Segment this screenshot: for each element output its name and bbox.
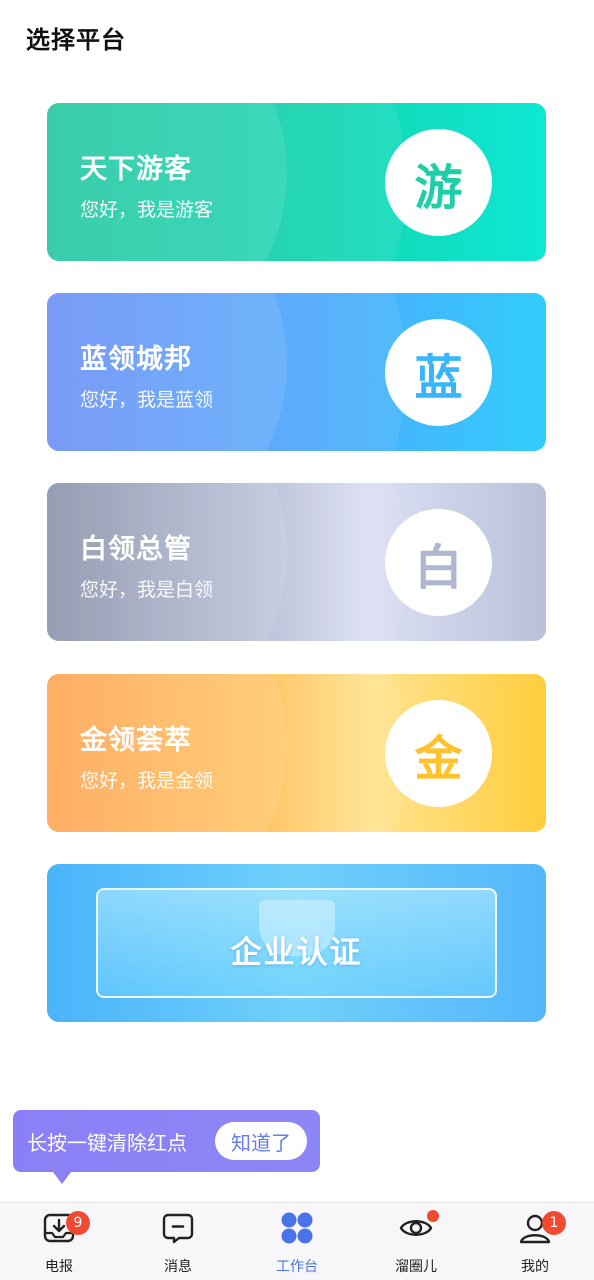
tab-label: 我的 <box>521 1259 549 1275</box>
enterprise-certification-label: 企业认证 <box>230 935 363 971</box>
unread-count-badge: 1 <box>542 1211 566 1235</box>
card-subtitle: 您好，我是蓝领 <box>80 389 214 411</box>
new-activity-dot <box>427 1210 439 1222</box>
card-title: 白领总管 <box>80 534 192 565</box>
card-badge-jin: 金 <box>385 700 492 807</box>
tab-profile[interactable]: 1 我的 <box>476 1203 594 1280</box>
enterprise-certification-card[interactable]: 企业认证 <box>47 864 546 1022</box>
card-title: 蓝领城邦 <box>80 344 192 375</box>
tooltip-text: 长按一键清除红点 <box>27 1131 187 1155</box>
tab-telegram[interactable]: 9 电报 <box>0 1203 118 1280</box>
platform-card-bailing[interactable]: 白领总管 您好，我是白领 白 <box>47 483 546 641</box>
tab-circle[interactable]: 溜圈儿 <box>357 1203 475 1280</box>
bottom-tab-bar: 9 电报 消息 工作台 溜圈儿 1 我的 <box>0 1202 594 1280</box>
card-title: 金领荟萃 <box>80 725 192 756</box>
card-subtitle: 您好，我是游客 <box>80 199 214 221</box>
tooltip-dismiss-button[interactable]: 知道了 <box>215 1122 307 1160</box>
card-badge-lan: 蓝 <box>385 319 492 426</box>
tab-messages[interactable]: 消息 <box>119 1203 237 1280</box>
platform-card-jinling[interactable]: 金领荟萃 您好，我是金领 金 <box>47 674 546 832</box>
card-subtitle: 您好，我是金领 <box>80 770 214 792</box>
tab-label: 工作台 <box>276 1259 318 1275</box>
page-title: 选择平台 <box>26 26 126 54</box>
tab-label: 电报 <box>45 1259 73 1275</box>
card-title: 天下游客 <box>80 154 192 185</box>
card-badge-bai: 白 <box>385 509 492 616</box>
platform-card-lanling[interactable]: 蓝领城邦 您好，我是蓝领 蓝 <box>47 293 546 451</box>
tab-workbench[interactable]: 工作台 <box>238 1203 356 1280</box>
tab-label: 消息 <box>164 1259 192 1275</box>
message-icon <box>162 1213 194 1244</box>
platform-card-youke[interactable]: 天下游客 您好，我是游客 游 <box>47 103 546 261</box>
card-subtitle: 您好，我是白领 <box>80 579 214 601</box>
unread-count-badge: 9 <box>66 1211 90 1235</box>
workbench-icon <box>281 1212 313 1244</box>
card-badge-you: 游 <box>385 129 492 236</box>
tab-label: 溜圈儿 <box>395 1259 437 1275</box>
clear-badges-tooltip: 长按一键清除红点 知道了 <box>13 1110 320 1184</box>
